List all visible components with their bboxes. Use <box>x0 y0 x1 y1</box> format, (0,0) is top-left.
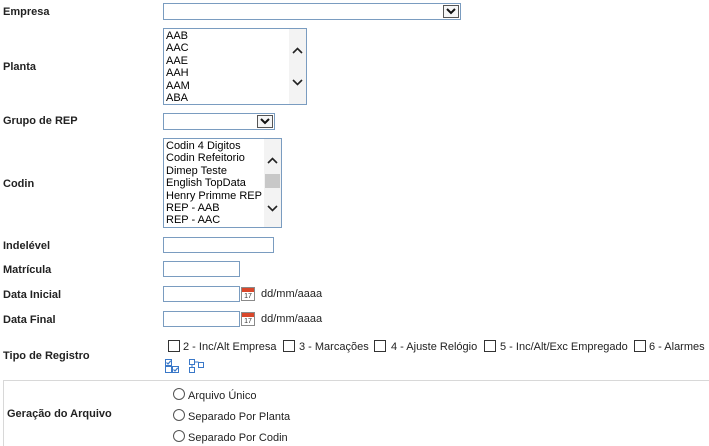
planta-scrollbar[interactable] <box>289 29 306 104</box>
list-item[interactable]: AAC <box>166 42 190 54</box>
scrollbar-thumb[interactable] <box>265 174 280 188</box>
calendar-icon[interactable]: 17 <box>241 287 255 301</box>
radio-arquivo-unico[interactable] <box>173 388 185 400</box>
data-final-input[interactable] <box>163 311 240 327</box>
list-item[interactable]: Codin 4 Digitos <box>166 140 262 152</box>
grupo-rep-select[interactable] <box>163 113 275 130</box>
indelevel-input[interactable] <box>163 237 274 253</box>
chevron-up-icon[interactable] <box>265 153 280 167</box>
matricula-input[interactable] <box>163 261 240 277</box>
checkbox-tipo-6[interactable] <box>634 340 646 352</box>
chevron-up-icon[interactable] <box>290 43 305 57</box>
date-format-hint: dd/mm/aaaa <box>261 313 323 325</box>
chevron-down-icon[interactable] <box>257 115 273 128</box>
label-grupo-rep: Grupo de REP <box>3 115 78 127</box>
radio-label: Arquivo Único <box>188 390 257 402</box>
date-format-hint: dd/mm/aaaa <box>261 288 323 300</box>
checkbox-tipo-5[interactable] <box>484 340 496 352</box>
list-item[interactable]: AAB <box>166 30 190 42</box>
label-indelevel: Indelével <box>3 240 51 252</box>
list-item[interactable]: Codin Refeitorio <box>166 152 262 164</box>
label-data-inicial: Data Inicial <box>3 289 62 301</box>
list-item[interactable]: AAM <box>166 80 190 92</box>
label-codin: Codin <box>3 178 35 190</box>
codin-listbox[interactable]: Codin 4 Digitos Codin Refeitorio Dimep Tes… <box>163 138 282 228</box>
check-all-icon[interactable] <box>165 359 179 373</box>
planta-listbox[interactable]: AAB AAC AAE AAH AAM ABA <box>163 28 307 105</box>
list-item[interactable]: English TopData <box>166 177 262 189</box>
checkbox-label: 5 - Inc/Alt/Exc Empregado <box>500 341 628 353</box>
chevron-down-icon[interactable] <box>265 201 280 215</box>
label-tipo-registro: Tipo de Registro <box>3 350 90 362</box>
empresa-select[interactable] <box>163 3 461 20</box>
calendar-icon[interactable]: 17 <box>241 312 255 326</box>
chevron-down-icon[interactable] <box>443 5 459 18</box>
checkbox-tipo-3[interactable] <box>283 340 295 352</box>
list-item[interactable]: AAE <box>166 55 190 67</box>
checkbox-label: 2 - Inc/Alt Empresa <box>183 341 277 353</box>
chevron-down-icon[interactable] <box>290 75 305 89</box>
tree-expand-icon[interactable] <box>189 359 204 373</box>
label-data-final: Data Final <box>3 314 56 326</box>
calendar-day: 17 <box>244 318 252 325</box>
list-item[interactable]: Henry Primme REP <box>166 190 262 202</box>
checkbox-label: 6 - Alarmes <box>649 341 705 353</box>
radio-label: Separado Por Planta <box>188 411 291 423</box>
data-inicial-input[interactable] <box>163 286 240 302</box>
list-item[interactable]: AAH <box>166 67 190 79</box>
checkbox-tipo-4[interactable] <box>374 340 386 352</box>
list-item[interactable]: ABA <box>166 92 190 104</box>
radio-label: Separado Por Codin <box>188 432 288 444</box>
checkbox-label: 3 - Marcações <box>299 341 369 353</box>
label-matricula: Matrícula <box>3 264 52 276</box>
codin-scrollbar[interactable] <box>264 139 281 227</box>
label-empresa: Empresa <box>3 6 50 18</box>
radio-separado-codin[interactable] <box>173 430 185 442</box>
label-planta: Planta <box>3 61 37 73</box>
list-item[interactable]: Dimep Teste <box>166 165 262 177</box>
checkbox-label: 4 - Ajuste Relógio <box>391 341 478 353</box>
list-item[interactable]: REP - AAB <box>166 202 262 214</box>
list-item[interactable]: REP - AAC <box>166 214 262 226</box>
label-geracao: Geração do Arquivo <box>7 408 112 420</box>
calendar-day: 17 <box>244 293 252 300</box>
checkbox-tipo-2[interactable] <box>168 340 180 352</box>
radio-separado-planta[interactable] <box>173 409 185 421</box>
